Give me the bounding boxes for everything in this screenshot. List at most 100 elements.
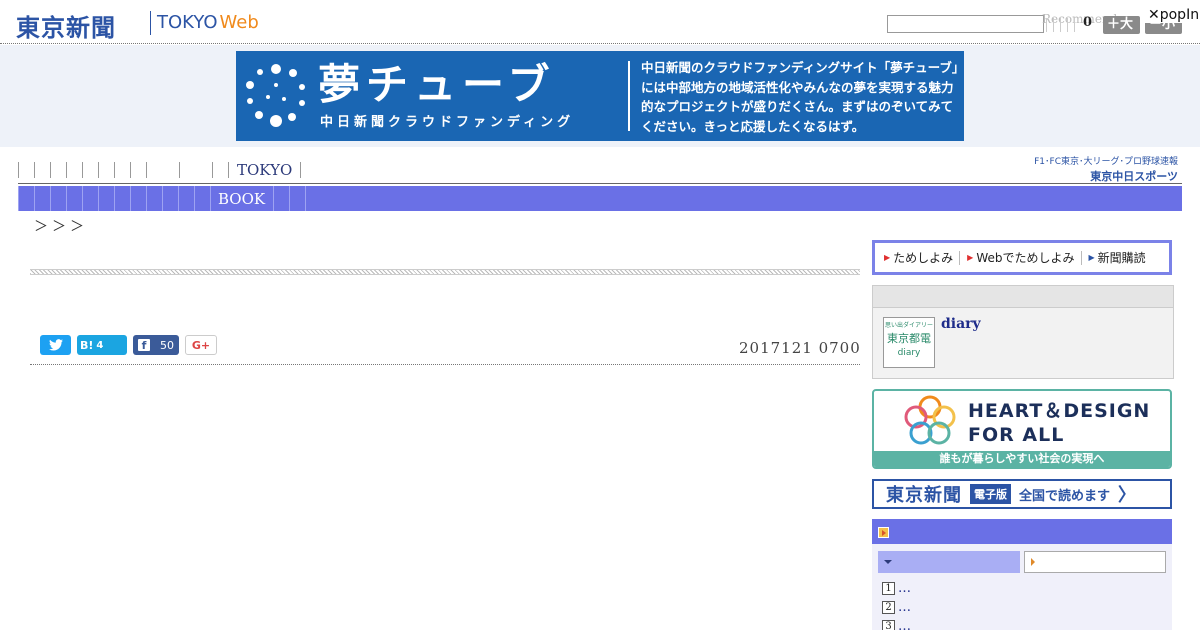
subnav-item[interactable] (146, 186, 147, 211)
article-divider (30, 364, 860, 365)
promo-line1: F1･FC東京･大リーグ･プロ野球速報 (1034, 157, 1178, 167)
nav-item[interactable] (114, 162, 115, 178)
chunichi-sports-link[interactable]: F1･FC東京･大リーグ･プロ野球速報 東京中日スポーツ (1020, 154, 1178, 184)
logo-divider (150, 11, 151, 35)
breadcrumb[interactable]: ＞＞＞ (34, 216, 88, 236)
arrow-right-icon: ▶ (1088, 253, 1095, 262)
nav-item[interactable] (18, 162, 19, 178)
ad-description: 中日新聞のクラウドファンディングサイト「夢チューブ」には中部地方の地域活性化やみ… (641, 60, 959, 134)
nav-item[interactable] (98, 162, 99, 178)
tab-subscribe[interactable]: ▶ 新聞購読 (1089, 249, 1152, 266)
rank-number: 3 (882, 620, 895, 630)
subnav-item[interactable] (305, 186, 307, 211)
heart-title-line2: FOR ALL (968, 424, 1065, 446)
site-logo[interactable]: 東京新聞 (16, 8, 116, 43)
nav-item[interactable] (50, 162, 51, 178)
subnav-item[interactable] (289, 186, 291, 211)
rank-text: … (898, 600, 911, 615)
article-title-bar (30, 269, 860, 275)
ranking-tab[interactable] (1024, 551, 1166, 573)
tab-web-tameshiyomi[interactable]: ▶ Webでためしよみ (967, 249, 1080, 266)
subnav-item[interactable] (34, 186, 35, 211)
search-input[interactable] (887, 15, 1044, 33)
primary-nav: TOKYO (18, 160, 316, 180)
subnav-item[interactable] (66, 186, 67, 211)
subscription-tabs: ▶ ためしよみ ▶ Webでためしよみ ▶ 新聞購読 (872, 240, 1172, 275)
subnav-item[interactable] (130, 186, 131, 211)
facebook-count: 50 (160, 338, 174, 352)
promo-line2: 東京中日スポーツ (1090, 170, 1178, 183)
ranking-list: 1… 2… 3… (882, 579, 911, 630)
tab-label: ためしよみ (893, 251, 954, 265)
list-item[interactable]: 1… (882, 579, 911, 598)
digital-edition-banner[interactable]: 東京新聞 電子版 全国で読めます 〉 (872, 479, 1172, 509)
thumb-line1: 思い出ダイアリー (884, 322, 933, 329)
subnav-item[interactable] (178, 186, 179, 211)
subnav-book-label[interactable]: BOOK (218, 190, 265, 208)
digital-text: 全国で読めます (1019, 488, 1111, 504)
diary-section: 思い出ダイアリー 東京都電 diary diary (872, 308, 1174, 379)
diary-link[interactable]: diary (941, 316, 981, 332)
ad-divider (628, 61, 630, 131)
dots-circle-icon (246, 64, 305, 127)
chevron-right-icon: 〉 (1118, 485, 1137, 506)
nav-item[interactable] (300, 162, 302, 178)
diary-section-header (872, 285, 1174, 308)
google-plus-share-button[interactable]: G+ (185, 335, 217, 355)
ad-title: 夢チューブ (318, 60, 556, 109)
subnav-item-book[interactable] (210, 186, 211, 211)
tab-label: 新聞購読 (1097, 251, 1146, 265)
rank-number: 1 (882, 582, 895, 595)
subnav-item[interactable] (50, 186, 51, 211)
hatena-count: 4 (96, 339, 104, 351)
arrow-right-icon: ▶ (884, 253, 891, 262)
subnav-item[interactable] (82, 186, 83, 211)
subnav-item[interactable] (18, 186, 19, 211)
tokyo-web-logo[interactable]: TOKYO Web (157, 12, 259, 33)
popin-close-button[interactable]: ✕popIn (1145, 7, 1200, 23)
nav-item[interactable] (179, 162, 180, 178)
heart-design-banner[interactable]: HEART＆DESIGN FOR ALL 誰もが暮らしやすい社会の実現へ (872, 389, 1172, 469)
nav-item-tokyo[interactable] (228, 162, 229, 178)
facebook-share-button[interactable]: f 50 (133, 335, 179, 355)
nav-item[interactable] (34, 162, 35, 178)
nav-item[interactable] (82, 162, 83, 178)
yume-tube-ad-banner[interactable]: 夢チューブ 中日新聞クラウドファンディング 中日新聞のクラウドファンディングサイ… (236, 51, 964, 141)
recommend-counter: 0 (1083, 15, 1093, 30)
heart-title-line1: HEART＆DESIGN (968, 400, 1151, 422)
nav-item[interactable] (212, 162, 213, 178)
web-label: Web (219, 12, 259, 33)
hatena-bookmark-button[interactable]: B! 4 (77, 335, 127, 355)
thumb-line3: diary (897, 348, 921, 358)
tokyo-label: TOKYO (157, 12, 218, 33)
digital-logo: 東京新聞 (886, 485, 962, 506)
subnav-item[interactable] (194, 186, 195, 211)
nav-item[interactable] (66, 162, 67, 178)
font-large-button[interactable]: ＋大 (1103, 16, 1140, 34)
ranking-tab-active[interactable] (878, 551, 1020, 573)
thumb-line2: 東京都電 (887, 332, 931, 345)
subnav-item[interactable] (273, 186, 275, 211)
arrow-right-icon: ▶ (967, 253, 974, 262)
subnav-item[interactable] (162, 186, 163, 211)
subnav-item[interactable] (114, 186, 115, 211)
subnav-item[interactable] (98, 186, 99, 211)
secondary-nav: BOOK (18, 186, 1182, 211)
twitter-share-button[interactable] (40, 335, 71, 355)
flower-logo-icon (904, 395, 956, 445)
nav-tokyo-label[interactable]: TOKYO (237, 161, 292, 179)
list-item[interactable]: 2… (882, 598, 911, 617)
recommend-ticks (1046, 18, 1081, 32)
tab-divider (959, 250, 961, 265)
ad-subtitle: 中日新聞クラウドファンディング (320, 115, 575, 130)
list-item[interactable]: 3… (882, 617, 911, 630)
article-date: 2017121 0700 (739, 339, 861, 357)
rank-number: 2 (882, 601, 895, 614)
nav-item[interactable] (146, 162, 147, 178)
diary-thumbnail[interactable]: 思い出ダイアリー 東京都電 diary (883, 317, 935, 368)
tab-tameshiyomi[interactable]: ▶ ためしよみ (884, 249, 959, 266)
nav-divider (18, 183, 1182, 184)
nav-item[interactable] (130, 162, 131, 178)
digital-tag: 電子版 (970, 484, 1011, 504)
google-plus-icon: G+ (191, 338, 211, 352)
